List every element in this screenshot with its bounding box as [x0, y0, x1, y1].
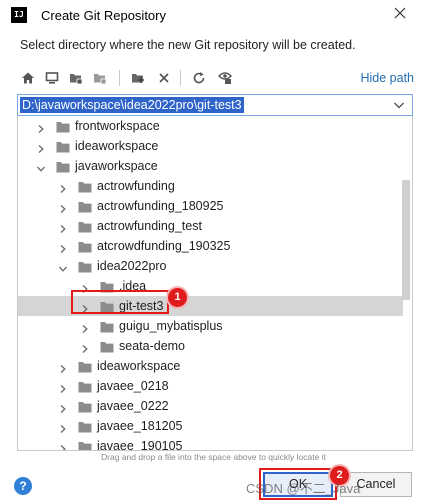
tree-item-label: javaee_0218: [97, 379, 169, 393]
annotation-badge-2: 2: [330, 466, 349, 485]
home-icon[interactable]: [18, 68, 38, 88]
chevron-right-icon[interactable]: [58, 441, 68, 450]
folder-icon: [56, 120, 70, 133]
folder-icon: [78, 260, 92, 273]
annotation-box-ok: [259, 468, 337, 500]
tree-item-label: frontworkspace: [75, 119, 160, 133]
tree-item-label: idea2022pro: [97, 259, 167, 273]
folder-icon: [78, 180, 92, 193]
project-folder-icon[interactable]: [66, 68, 86, 88]
folder-icon: [78, 360, 92, 373]
file-chooser-toolbar: Hide path: [14, 66, 416, 92]
tree-item[interactable]: atcrowdfunding_190325: [18, 236, 403, 256]
chevron-right-icon[interactable]: [58, 381, 68, 393]
chevron-right-icon[interactable]: [36, 141, 46, 153]
tree-item-label: javaee_0222: [97, 399, 169, 413]
annotation-badge-1: 1: [168, 288, 187, 307]
tree-item-label: javaee_190105: [97, 439, 183, 451]
cancel-button[interactable]: Cancel: [340, 472, 412, 497]
tree-item-label: actrowfunding: [97, 179, 175, 193]
directory-tree[interactable]: frontworkspace ideaworkspace javaworkspace…: [17, 116, 413, 451]
tree-item[interactable]: guigu_mybatisplus: [18, 316, 403, 336]
chevron-down-icon[interactable]: [36, 161, 46, 172]
tree-item-label: ideaworkspace: [97, 359, 181, 373]
tree-item[interactable]: ideaworkspace: [18, 356, 403, 376]
tree-item-label: seata-demo: [119, 339, 186, 353]
tree-item[interactable]: ideaworkspace: [18, 136, 403, 156]
refresh-icon[interactable]: [189, 68, 209, 88]
toolbar-separator: [119, 70, 120, 86]
module-folder-icon[interactable]: [90, 68, 110, 88]
intellij-app-icon: IJ: [11, 7, 27, 23]
tree-item[interactable]: idea2022pro: [18, 256, 403, 276]
chevron-right-icon[interactable]: [58, 361, 68, 373]
folder-icon: [78, 200, 92, 213]
chevron-right-icon[interactable]: [36, 121, 46, 133]
desktop-icon[interactable]: [42, 68, 62, 88]
tree-item[interactable]: javaee_190105: [18, 436, 403, 451]
folder-icon: [78, 440, 92, 450]
chevron-down-icon[interactable]: [392, 98, 406, 112]
chevron-right-icon[interactable]: [80, 321, 90, 333]
folder-icon: [56, 160, 70, 173]
chevron-right-icon[interactable]: [58, 241, 68, 253]
tree-item-label: ideaworkspace: [75, 139, 159, 153]
tree-scrollbar-thumb[interactable]: [402, 180, 410, 300]
chevron-down-icon[interactable]: [58, 261, 68, 272]
folder-icon: [78, 240, 92, 253]
tree-item[interactable]: actrowfunding: [18, 176, 403, 196]
tree-item[interactable]: javaee_0218: [18, 376, 403, 396]
dialog-description: Select directory where the new Git repos…: [20, 38, 356, 52]
tree-item-label: javaee_181205: [97, 419, 183, 433]
path-input-value: D:\javaworkspace\idea2022pro\git-test3: [20, 97, 244, 113]
tree-item[interactable]: frontworkspace: [18, 116, 403, 136]
tree-item[interactable]: seata-demo: [18, 336, 403, 356]
path-input[interactable]: D:\javaworkspace\idea2022pro\git-test3: [17, 94, 413, 116]
help-button[interactable]: ?: [14, 477, 32, 495]
toolbar-separator: [180, 70, 181, 86]
folder-icon: [78, 420, 92, 433]
tree-item[interactable]: javaworkspace: [18, 156, 403, 176]
chevron-right-icon[interactable]: [58, 421, 68, 433]
tree-item-label: javaworkspace: [75, 159, 158, 173]
window-title: Create Git Repository: [41, 8, 166, 23]
drag-drop-hint: Drag and drop a file into the space abov…: [101, 452, 326, 462]
tree-item-label: atcrowdfunding_190325: [97, 239, 231, 253]
folder-icon: [78, 220, 92, 233]
tree-item[interactable]: javaee_0222: [18, 396, 403, 416]
folder-icon: [78, 400, 92, 413]
folder-icon: [56, 140, 70, 153]
chevron-right-icon[interactable]: [58, 181, 68, 193]
folder-icon: [100, 320, 114, 333]
close-icon[interactable]: [391, 6, 409, 24]
chevron-right-icon[interactable]: [58, 221, 68, 233]
tree-item-label: guigu_mybatisplus: [119, 319, 223, 333]
tree-item[interactable]: actrowfunding_180925: [18, 196, 403, 216]
new-folder-icon[interactable]: [128, 68, 148, 88]
title-bar: IJ Create Git Repository: [0, 0, 427, 32]
tree-item-label: actrowfunding_test: [97, 219, 202, 233]
annotation-box-git-test3: [71, 290, 169, 314]
chevron-right-icon[interactable]: [58, 401, 68, 413]
folder-icon: [78, 380, 92, 393]
chevron-right-icon[interactable]: [58, 201, 68, 213]
chevron-right-icon[interactable]: [80, 341, 90, 353]
tree-item[interactable]: javaee_181205: [18, 416, 403, 436]
delete-icon[interactable]: [154, 68, 174, 88]
tree-item[interactable]: actrowfunding_test: [18, 216, 403, 236]
folder-icon: [100, 340, 114, 353]
tree-item-label: actrowfunding_180925: [97, 199, 224, 213]
show-hidden-icon[interactable]: [215, 68, 235, 88]
hide-path-link[interactable]: Hide path: [360, 71, 414, 85]
